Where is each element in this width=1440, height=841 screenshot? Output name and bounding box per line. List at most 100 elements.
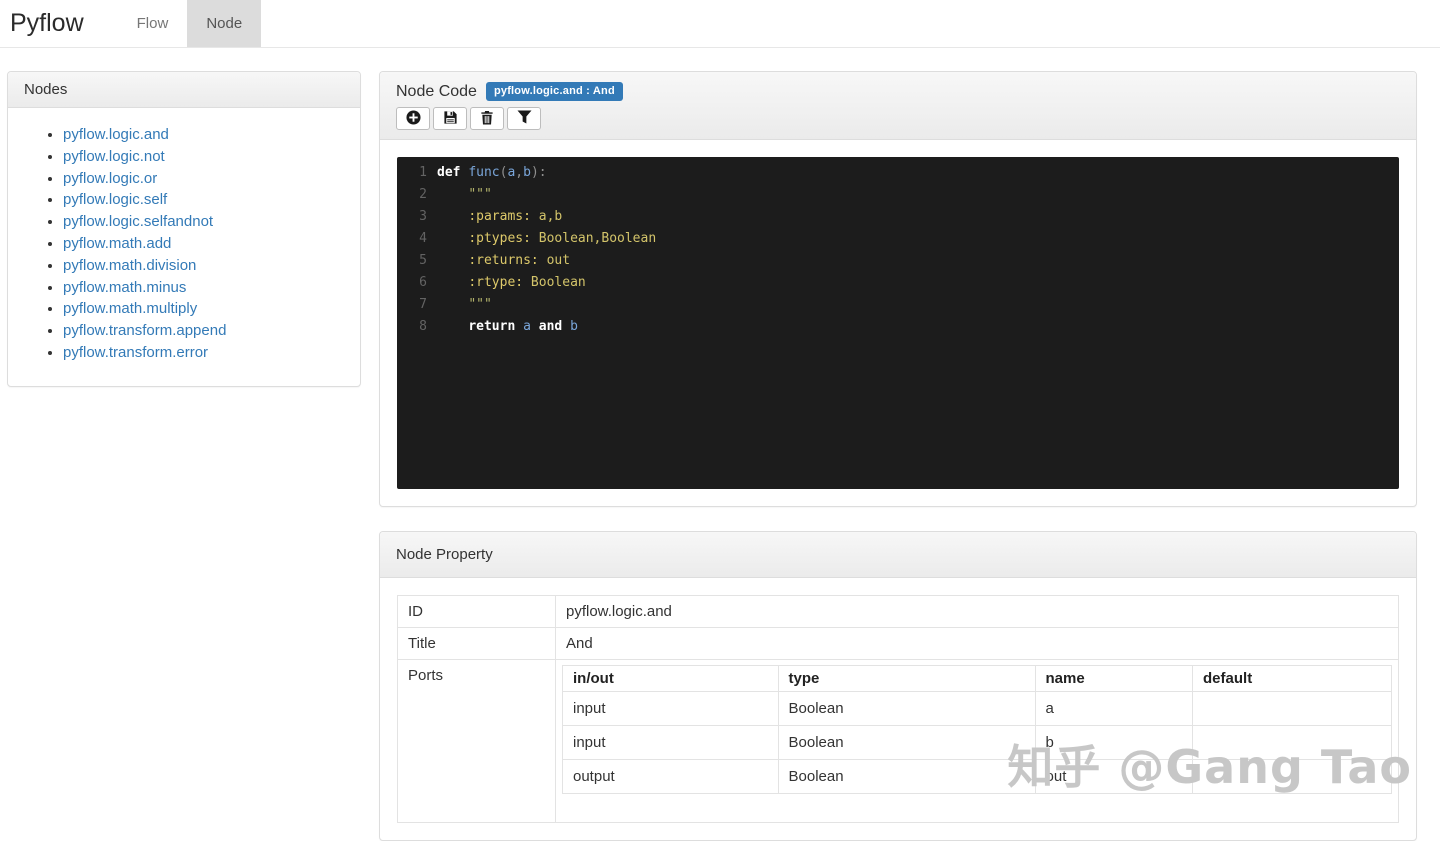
node-code-body: 1 def func(a,b): 2 """ 3 :params: a,b 4 :pty… bbox=[380, 140, 1416, 506]
node-list-item: pyflow.logic.and bbox=[63, 124, 345, 146]
title-value: And bbox=[555, 627, 1399, 660]
save-icon bbox=[443, 110, 458, 128]
ports-col-header: in/out bbox=[562, 665, 779, 692]
line-number: 7 bbox=[419, 297, 427, 312]
line-number: 8 bbox=[419, 319, 427, 334]
navbar: Pyflow Flow Node bbox=[0, 0, 1440, 48]
property-row-ports: Ports in/out type name default input Boolean… bbox=[397, 659, 1399, 823]
code-line: 6 :rtype: Boolean bbox=[397, 272, 1399, 294]
code-line: 5 :returns: out bbox=[397, 250, 1399, 272]
node-property-panel: Node Property ID pyflow.logic.and Title … bbox=[379, 531, 1417, 841]
ports-label: Ports bbox=[397, 659, 556, 823]
ports-row: input Boolean a bbox=[562, 691, 1392, 726]
right-column: Node Code pyflow.logic.and : And 1 def f… bbox=[379, 71, 1417, 841]
node-link[interactable]: pyflow.transform.error bbox=[63, 344, 208, 361]
trash-icon bbox=[480, 110, 494, 128]
delete-button[interactable] bbox=[470, 107, 504, 130]
ports-table-body: input Boolean a input Boolean b output Boolean o… bbox=[562, 691, 1392, 794]
id-value: pyflow.logic.and bbox=[555, 595, 1399, 628]
line-number: 5 bbox=[419, 253, 427, 268]
ports-cell-value: a bbox=[1034, 691, 1194, 726]
node-list-item: pyflow.math.multiply bbox=[63, 298, 345, 320]
node-list-item: pyflow.transform.error bbox=[63, 342, 345, 364]
line-number: 1 bbox=[419, 165, 427, 180]
save-button[interactable] bbox=[433, 107, 467, 130]
ports-cell-value: Boolean bbox=[777, 759, 1036, 794]
code-line: 3 :params: a,b bbox=[397, 206, 1399, 228]
main-layout: Nodes pyflow.logic.andpyflow.logic.notpy… bbox=[0, 48, 1440, 841]
plus-circle-icon bbox=[405, 109, 421, 128]
ports-cell-value: out bbox=[1034, 759, 1194, 794]
ports-cell-value bbox=[1192, 725, 1392, 760]
node-list-item: pyflow.logic.self bbox=[63, 189, 345, 211]
ports-cell: in/out type name default input Boolean a input… bbox=[555, 659, 1399, 823]
ports-cell-value: input bbox=[562, 725, 779, 760]
line-number: 4 bbox=[419, 231, 427, 246]
node-link[interactable]: pyflow.logic.or bbox=[63, 170, 157, 187]
property-table: ID pyflow.logic.and Title And Ports in/o… bbox=[397, 595, 1399, 823]
navbar-tabs: Flow Node bbox=[118, 0, 262, 47]
code-editor[interactable]: 1 def func(a,b): 2 """ 3 :params: a,b 4 :pty… bbox=[397, 157, 1399, 489]
node-code-title-row: Node Code pyflow.logic.and : And bbox=[396, 82, 1400, 101]
node-list-item: pyflow.transform.append bbox=[63, 320, 345, 342]
ports-row: input Boolean b bbox=[562, 725, 1392, 760]
node-code-header: Node Code pyflow.logic.and : And bbox=[380, 72, 1416, 140]
node-code-panel: Node Code pyflow.logic.and : And 1 def f… bbox=[379, 71, 1417, 507]
ports-table: in/out type name default input Boolean a input… bbox=[562, 665, 1392, 794]
ports-cell-value bbox=[1192, 759, 1392, 794]
ports-col-header: type bbox=[777, 665, 1036, 692]
line-number: 2 bbox=[419, 187, 427, 202]
node-link[interactable]: pyflow.logic.and bbox=[63, 126, 169, 143]
app-brand: Pyflow bbox=[10, 9, 84, 37]
node-property-body: ID pyflow.logic.and Title And Ports in/o… bbox=[380, 578, 1416, 840]
node-list-item: pyflow.math.minus bbox=[63, 277, 345, 299]
property-row-id: ID pyflow.logic.and bbox=[397, 595, 1399, 628]
filter-button[interactable] bbox=[507, 107, 541, 130]
tab-flow[interactable]: Flow bbox=[118, 0, 188, 47]
code-line: 7 """ bbox=[397, 294, 1399, 316]
node-link[interactable]: pyflow.math.minus bbox=[63, 279, 186, 296]
node-link[interactable]: pyflow.logic.not bbox=[63, 148, 165, 165]
ports-cell-value: b bbox=[1034, 725, 1194, 760]
code-line: 4 :ptypes: Boolean,Boolean bbox=[397, 228, 1399, 250]
left-column: Nodes pyflow.logic.andpyflow.logic.notpy… bbox=[7, 71, 361, 387]
node-code-title: Node Code bbox=[396, 82, 477, 100]
node-list-item: pyflow.logic.or bbox=[63, 168, 345, 190]
code-toolbar bbox=[396, 107, 1400, 130]
ports-cell-value: output bbox=[562, 759, 779, 794]
ports-cell-value: Boolean bbox=[777, 725, 1036, 760]
node-link[interactable]: pyflow.math.add bbox=[63, 235, 171, 252]
id-label: ID bbox=[397, 595, 556, 628]
filter-icon bbox=[517, 110, 532, 127]
node-link[interactable]: pyflow.transform.append bbox=[63, 322, 226, 339]
code-line: 2 """ bbox=[397, 184, 1399, 206]
node-link[interactable]: pyflow.math.division bbox=[63, 257, 196, 274]
line-number: 3 bbox=[419, 209, 427, 224]
ports-cell-value: Boolean bbox=[777, 691, 1036, 726]
line-number: 6 bbox=[419, 275, 427, 290]
node-list-item: pyflow.math.division bbox=[63, 255, 345, 277]
title-label: Title bbox=[397, 627, 556, 660]
node-link[interactable]: pyflow.logic.selfandnot bbox=[63, 213, 213, 230]
ports-col-header: default bbox=[1192, 665, 1392, 692]
node-link[interactable]: pyflow.math.multiply bbox=[63, 300, 197, 317]
tab-node[interactable]: Node bbox=[187, 0, 262, 47]
add-button[interactable] bbox=[396, 107, 430, 130]
node-list-item: pyflow.logic.selfandnot bbox=[63, 211, 345, 233]
node-id-badge: pyflow.logic.and : And bbox=[485, 82, 623, 101]
ports-table-head: in/out type name default bbox=[562, 665, 1392, 692]
code-line: 1 def func(a,b): bbox=[397, 162, 1399, 184]
nodes-panel-title: Nodes bbox=[8, 72, 360, 108]
node-list-item: pyflow.logic.not bbox=[63, 146, 345, 168]
ports-row: output Boolean out bbox=[562, 759, 1392, 794]
ports-cell-value: input bbox=[562, 691, 779, 726]
nodes-panel: Nodes pyflow.logic.andpyflow.logic.notpy… bbox=[7, 71, 361, 387]
node-list-item: pyflow.math.add bbox=[63, 233, 345, 255]
node-link[interactable]: pyflow.logic.self bbox=[63, 191, 167, 208]
ports-cell-value bbox=[1192, 691, 1392, 726]
ports-col-header: name bbox=[1034, 665, 1194, 692]
node-property-title: Node Property bbox=[380, 532, 1416, 578]
property-row-title: Title And bbox=[397, 627, 1399, 660]
nodes-list: pyflow.logic.and pyflow.logic.not pyflow.l… bbox=[23, 124, 345, 364]
nodes-panel-body: pyflow.logic.and pyflow.logic.not pyflow.l… bbox=[8, 108, 360, 386]
